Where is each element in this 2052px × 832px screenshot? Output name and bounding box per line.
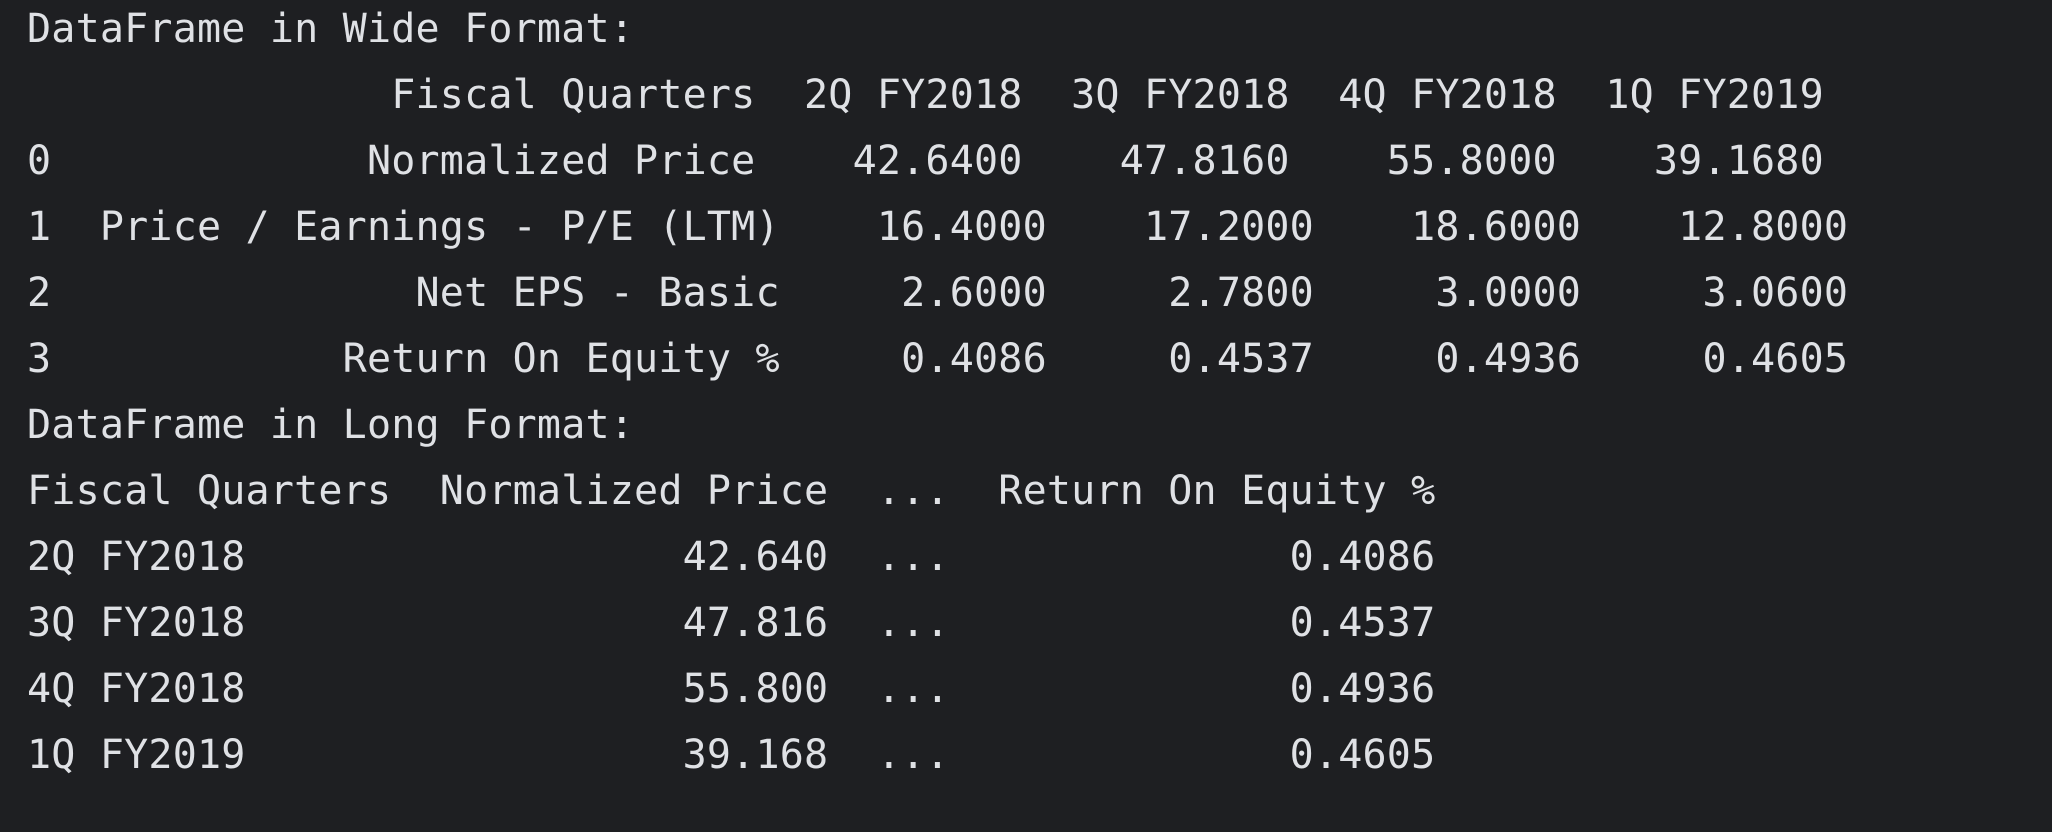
long-format-row: 4Q FY2018 55.800 ... 0.4936 [27, 666, 1436, 712]
wide-format-row: 1 Price / Earnings - P/E (LTM) 16.4000 1… [27, 204, 1849, 250]
long-format-row: 2Q FY2018 42.640 ... 0.4086 [27, 534, 1436, 580]
wide-format-title: DataFrame in Wide Format: [27, 6, 635, 52]
long-format-header: Fiscal Quarters Normalized Price ... Ret… [27, 468, 1436, 514]
long-format-row: 1Q FY2019 39.168 ... 0.4605 [27, 732, 1436, 778]
wide-format-row: 2 Net EPS - Basic 2.6000 2.7800 3.0000 3… [27, 270, 1849, 316]
console-output: DataFrame in Wide Format: Fiscal Quarter… [0, 0, 2052, 832]
wide-format-row: 0 Normalized Price 42.6400 47.8160 55.80… [27, 138, 1824, 184]
long-format-title: DataFrame in Long Format: [27, 402, 635, 448]
wide-format-header: Fiscal Quarters 2Q FY2018 3Q FY2018 4Q F… [27, 72, 1824, 118]
wide-format-row: 3 Return On Equity % 0.4086 0.4537 0.493… [27, 336, 1849, 382]
long-format-row: 3Q FY2018 47.816 ... 0.4537 [27, 600, 1436, 646]
